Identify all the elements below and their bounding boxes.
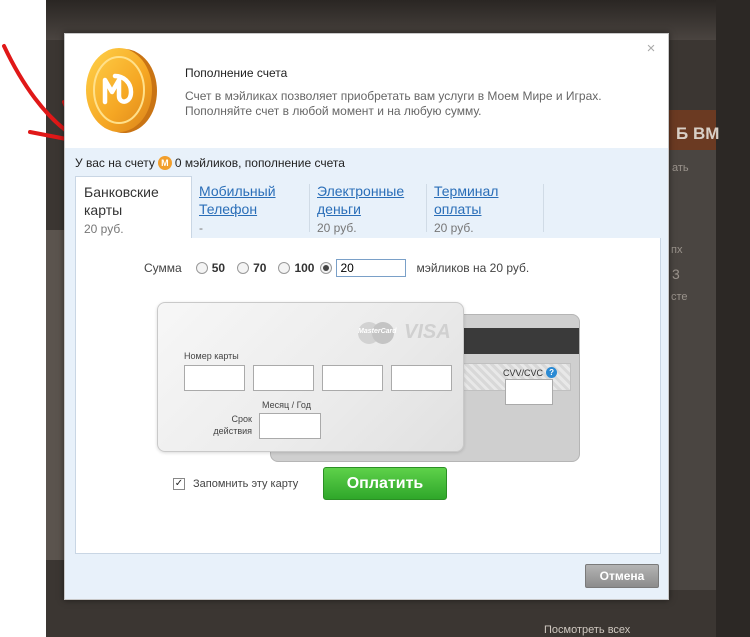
validity-label: Срок действия [213, 414, 252, 436]
tab-e-money[interactable]: Электронные деньги 20 руб. [309, 176, 426, 238]
dialog-description: Счет в мэйликах позволяет приобретать ва… [185, 89, 602, 118]
background-text: 3 [672, 266, 680, 282]
payment-method-tabs: Банковские карты 20 руб. Мобильный Телеф… [75, 176, 658, 238]
background-text: сте [671, 291, 688, 303]
tab-price: 20 руб. [434, 221, 474, 235]
radio-70[interactable] [237, 262, 250, 274]
remember-card-label: Запомнить эту карту [193, 478, 299, 490]
radio-100[interactable] [278, 262, 291, 274]
card-front: MasterCard VISA Номер карты Месяц / Год … [157, 302, 464, 452]
radio-70-label: 70 [253, 261, 267, 275]
cvv-input[interactable] [505, 379, 553, 405]
background-text: Б ВМ [676, 124, 720, 143]
background-right-edge [716, 0, 750, 637]
balance-suffix: 0 мэйликов, пополнение счета [174, 156, 345, 170]
background-text: пх [671, 244, 683, 256]
visa-logo: VISA [404, 321, 451, 343]
dialog-body: У вас на счету M 0 мэйликов, пополнение … [65, 148, 668, 599]
tab-payment-terminal[interactable]: Терминал оплаты 20 руб. [426, 176, 543, 238]
tab-label: Мобильный [199, 183, 276, 199]
top-up-dialog: × Пополнение счета Счет в мэйликах позво… [64, 33, 669, 600]
tab-divider [543, 184, 544, 232]
mailik-coin-icon [86, 48, 157, 133]
tab-label: деньги [317, 201, 361, 217]
expiry-label: Месяц / Год [262, 400, 311, 410]
tab-price: 20 руб. [317, 221, 357, 235]
radio-100-label: 100 [294, 261, 315, 275]
expiry-input[interactable] [259, 413, 321, 439]
dialog-title: Пополнение счета [185, 66, 288, 80]
close-icon[interactable]: × [644, 41, 658, 56]
tab-label: Терминал [434, 183, 499, 199]
mastercard-label: MasterCard [358, 328, 397, 335]
cancel-button[interactable]: Отмена [585, 564, 659, 588]
remember-card-checkbox[interactable]: ✓ [173, 478, 185, 490]
card-number-field-1[interactable] [184, 365, 245, 391]
bank-card-panel: Сумма 50 70 100 мэйликов на 20 руб. CVV/… [75, 238, 661, 554]
card-number-field-2[interactable] [253, 365, 314, 391]
background-left-strip [46, 230, 66, 560]
tab-label: карты [84, 202, 123, 218]
card-number-field-3[interactable] [322, 365, 383, 391]
remember-card-row: ✓ Запомнить эту карту [173, 478, 298, 490]
radio-50-label: 50 [211, 261, 226, 275]
tab-label: Телефон [199, 201, 258, 217]
pay-button[interactable]: Оплатить [323, 467, 447, 500]
tab-label: Банковские [84, 184, 159, 200]
see-all-link[interactable]: Посмотреть всех [544, 624, 630, 636]
tab-bank-cards[interactable]: Банковские карты 20 руб. [75, 176, 192, 238]
card-number-field-4[interactable] [391, 365, 452, 391]
cvv-label: CVV/CVC ? [503, 367, 558, 378]
tab-mobile-phone[interactable]: Мобильный Телефон - [191, 176, 309, 238]
background-text: ать [672, 162, 689, 174]
cvv-label-text: CVV/CVC [503, 367, 544, 378]
card-number-label: Номер карты [184, 351, 239, 361]
tab-label: Электронные [317, 183, 405, 199]
sum-suffix: мэйликов на 20 руб. [416, 261, 530, 275]
sum-label: Сумма [144, 261, 182, 275]
background-right-panel [669, 150, 716, 590]
mailik-icon: M [157, 156, 172, 170]
balance-prefix: У вас на счету [75, 156, 155, 170]
help-icon[interactable]: ? [546, 367, 558, 378]
tab-label: оплаты [434, 201, 482, 217]
tab-price: 20 руб. [84, 222, 124, 236]
custom-sum-input[interactable] [336, 259, 407, 277]
balance-line: У вас на счету M 0 мэйликов, пополнение … [75, 156, 345, 170]
radio-custom[interactable] [320, 262, 333, 274]
radio-50[interactable] [195, 262, 208, 274]
tab-price: - [199, 221, 203, 235]
sum-selector: Сумма 50 70 100 мэйликов на 20 руб. [144, 259, 529, 277]
